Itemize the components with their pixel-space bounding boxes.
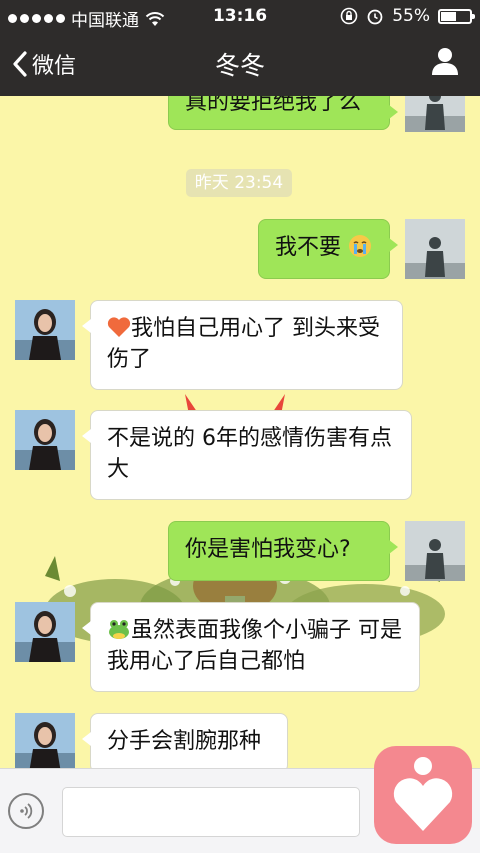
- nav-bar: 微信 冬冬: [0, 32, 480, 96]
- my-avatar[interactable]: [405, 96, 465, 132]
- voice-button[interactable]: [8, 793, 44, 829]
- contact-info-button[interactable]: [430, 46, 460, 80]
- status-bar: 中国联通 13:16 55%: [0, 0, 480, 32]
- crying-face-emoji-icon: [349, 235, 372, 257]
- message-text: 我不要: [275, 235, 342, 260]
- heart-emoji-icon: [107, 317, 131, 337]
- man-avatar-image: [405, 96, 465, 132]
- message-bubble-incoming[interactable]: 不是说的 6年的感情伤害有点大: [82, 410, 412, 500]
- contact-avatar[interactable]: [15, 410, 75, 470]
- message-bubble-incoming[interactable]: 我怕自己用心了 到头来受伤了: [82, 300, 403, 390]
- man-avatar-image: [405, 521, 465, 581]
- heart-app-icon: [393, 757, 453, 831]
- message-text: 真的要拒绝我了么: [185, 96, 362, 115]
- message-bubble-incoming[interactable]: 分手会割腕那种: [82, 713, 288, 768]
- man-avatar-image: [405, 219, 465, 279]
- frog-emoji-icon: [109, 620, 129, 639]
- status-right: 55%: [340, 6, 475, 26]
- battery-icon: [438, 8, 475, 24]
- message-bubble-outgoing[interactable]: 真的要拒绝我了么: [168, 96, 398, 130]
- battery-percent: 55%: [392, 6, 430, 26]
- heart-app-button[interactable]: [374, 746, 472, 844]
- my-avatar[interactable]: [405, 219, 465, 279]
- woman-avatar-image: [15, 602, 75, 662]
- woman-avatar-image: [15, 300, 75, 360]
- message-input[interactable]: [62, 787, 360, 837]
- message-text: 我怕自己用心了 到头来受伤了: [107, 316, 380, 372]
- contact-avatar[interactable]: [15, 602, 75, 662]
- message-text: 虽然表面我像个小骗子 可是我用心了后自己都怕: [107, 618, 402, 674]
- woman-avatar-image: [15, 410, 75, 470]
- voice-icon: [20, 803, 33, 819]
- my-avatar[interactable]: [405, 521, 465, 581]
- contact-avatar[interactable]: [15, 713, 75, 768]
- user-icon: [432, 48, 458, 75]
- chat-timestamp: 昨天 23:54: [186, 169, 292, 197]
- alarm-icon: [367, 9, 383, 25]
- chat-area[interactable]: 真的要拒绝我了么 昨天 23:54 我不要 我怕自己用心了 到头来受伤了 不是说…: [0, 96, 480, 768]
- message-text: 不是说的 6年的感情伤害有点大: [107, 426, 392, 482]
- message-bubble-incoming[interactable]: 虽然表面我像个小骗子 可是我用心了后自己都怕: [82, 602, 420, 692]
- message-text: 你是害怕我变心?: [185, 537, 351, 562]
- contact-avatar[interactable]: [15, 300, 75, 360]
- woman-avatar-image: [15, 713, 75, 768]
- message-bubble-outgoing[interactable]: 我不要: [258, 219, 398, 279]
- message-text: 分手会割腕那种: [107, 729, 262, 754]
- message-bubble-outgoing[interactable]: 你是害怕我变心?: [168, 521, 398, 581]
- chat-title: 冬冬: [214, 51, 265, 80]
- lock-rotation-icon: [340, 7, 358, 25]
